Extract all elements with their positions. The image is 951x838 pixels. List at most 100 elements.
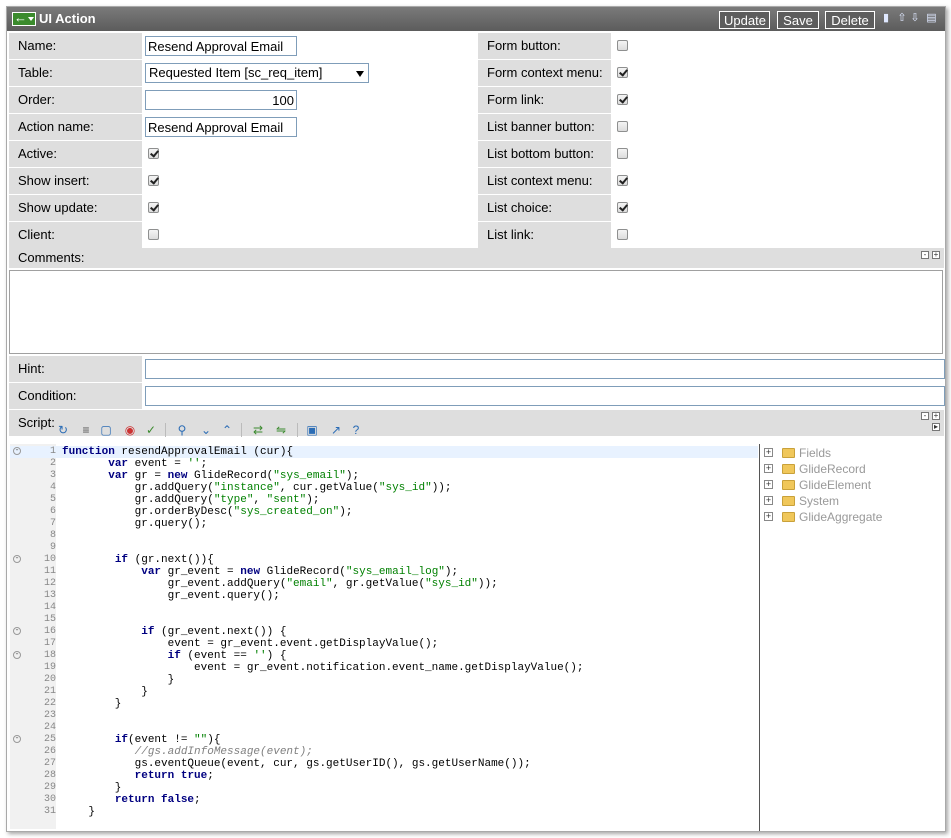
fold-toggle-icon[interactable]: - — [13, 735, 21, 743]
list-link-checkbox[interactable] — [617, 229, 628, 240]
code-line[interactable]: 7 gr.query(); — [10, 518, 758, 530]
code-line[interactable]: - 16 if (gr_event.next()) { — [10, 626, 758, 638]
code-line[interactable]: 24 — [10, 722, 758, 734]
code-line[interactable]: 3 var gr = new GlideRecord("sys_email"); — [10, 470, 758, 482]
form-context-menu-checkbox[interactable] — [617, 67, 628, 78]
fold-toggle-icon[interactable]: - — [13, 555, 21, 563]
expand-node-icon[interactable]: + — [764, 464, 773, 473]
show-update-checkbox[interactable] — [148, 202, 159, 213]
expand-node-icon[interactable]: + — [764, 512, 773, 521]
collapse-icon[interactable]: - — [921, 412, 929, 420]
save-icon[interactable]: ▣ — [305, 423, 319, 437]
code-line[interactable]: 31 } — [10, 806, 758, 818]
code-line[interactable]: 17 event = gr_event.event.getDisplayValu… — [10, 638, 758, 650]
code-line[interactable]: 23 — [10, 710, 758, 722]
list-view-icon[interactable]: ▤ — [925, 12, 938, 25]
client-checkbox[interactable] — [148, 229, 159, 240]
code-line[interactable]: 15 — [10, 614, 758, 626]
help-icon[interactable]: ? — [349, 423, 363, 437]
expand-node-icon[interactable]: + — [764, 480, 773, 489]
toggle-syntax-icon[interactable]: ↻ — [56, 423, 70, 437]
code-line[interactable]: 19 event = gr_event.notification.event_n… — [10, 662, 758, 674]
code-line[interactable]: 21 } — [10, 686, 758, 698]
update-button[interactable]: Update — [719, 11, 770, 29]
comment-icon[interactable]: ▢ — [99, 423, 113, 437]
code-line[interactable]: 11 var gr_event = new GlideRecord("sys_e… — [10, 566, 758, 578]
line-number: 7 — [49, 518, 56, 529]
expand-node-icon[interactable]: + — [764, 496, 773, 505]
fold-toggle-icon[interactable]: - — [13, 447, 21, 455]
comments-textarea[interactable] — [9, 270, 943, 354]
list-banner-button-checkbox[interactable] — [617, 121, 628, 132]
expand-node-icon[interactable]: + — [764, 448, 773, 457]
replace-all-icon[interactable]: ⇋ — [274, 423, 288, 437]
code-line[interactable]: 27 gs.eventQueue(event, cur, gs.getUserI… — [10, 758, 758, 770]
expand-icon[interactable]: + — [932, 412, 940, 420]
code-line[interactable]: 12 gr_event.addQuery("email", gr.getValu… — [10, 578, 758, 590]
replace-icon[interactable]: ⇄ — [251, 423, 265, 437]
previous-record-icon[interactable]: ⇧ — [897, 12, 907, 25]
form-header: ← UI Action Update Save Delete ▮ ⇧ ⇩ ▤ — [7, 7, 945, 31]
list-bottom-button-checkbox[interactable] — [617, 148, 628, 159]
code-line[interactable]: 8 — [10, 530, 758, 542]
fold-toggle-icon[interactable]: - — [13, 651, 21, 659]
name-field[interactable] — [145, 36, 297, 56]
code-line[interactable]: 2 var event = ''; — [10, 458, 758, 470]
list-choice-checkbox[interactable] — [617, 202, 628, 213]
show-insert-checkbox[interactable] — [148, 175, 159, 186]
action-name-field[interactable] — [145, 117, 297, 137]
format-code-icon[interactable]: ≡ — [79, 423, 93, 437]
script-editor[interactable]: -1 function resendApprovalEmail (cur){2 v… — [10, 444, 758, 829]
code-line[interactable]: 9 — [10, 542, 758, 554]
toggle-tree-icon[interactable]: ▸ — [932, 423, 940, 431]
code-line[interactable]: 4 gr.addQuery("instance", cur.getValue("… — [10, 482, 758, 494]
code-line[interactable]: 14 — [10, 602, 758, 614]
code-line[interactable]: 5 gr.addQuery("type", "sent"); — [10, 494, 758, 506]
code-line[interactable]: - 1 function resendApprovalEmail (cur){ — [10, 446, 758, 458]
list-context-menu-checkbox[interactable] — [617, 175, 628, 186]
fold-toggle-icon[interactable]: - — [13, 627, 21, 635]
code-line[interactable]: 30 return false; — [10, 794, 758, 806]
debug-icon[interactable]: ✓ — [144, 423, 158, 437]
condition-field[interactable] — [145, 386, 945, 406]
search-icon[interactable]: ⚲ — [175, 423, 189, 437]
code-line[interactable]: 28 return true; — [10, 770, 758, 782]
back-button[interactable]: ← — [12, 10, 36, 26]
attachment-icon[interactable]: ▮ — [881, 12, 891, 25]
line-number: 4 — [49, 482, 56, 493]
list-context-menu-label: List context menu: — [478, 168, 611, 194]
chevron-up-icon[interactable]: ⌃ — [220, 423, 234, 437]
form-link-checkbox[interactable] — [617, 94, 628, 105]
code-line[interactable]: 13 gr_event.query(); — [10, 590, 758, 602]
code-line[interactable]: 20 } — [10, 674, 758, 686]
code-text: } — [62, 674, 175, 686]
form-title: UI Action — [39, 11, 96, 26]
next-record-icon[interactable]: ⇩ — [910, 12, 920, 25]
code-line[interactable]: 6 gr.orderByDesc("sys_created_on"); — [10, 506, 758, 518]
name-label: Name: — [9, 33, 142, 59]
collapse-icon[interactable]: - — [921, 251, 929, 259]
code-line[interactable]: - 18 if (event == '') { — [10, 650, 758, 662]
form-button-checkbox[interactable] — [617, 40, 628, 51]
fullscreen-icon[interactable]: ↗ — [329, 423, 343, 437]
save-button[interactable]: Save — [777, 11, 819, 29]
delete-button[interactable]: Delete — [825, 11, 875, 29]
code-line[interactable]: - 25 if(event != ""){ — [10, 734, 758, 746]
code-line[interactable]: - 10 if (gr.next()){ — [10, 554, 758, 566]
list-choice-label: List choice: — [478, 195, 611, 221]
expand-icon[interactable]: + — [932, 251, 940, 259]
line-number: 25 — [43, 734, 56, 745]
code-line[interactable]: 26 //gs.addInfoMessage(event); — [10, 746, 758, 758]
check-syntax-icon[interactable]: ◉ — [123, 423, 137, 437]
hint-field[interactable] — [145, 359, 945, 379]
code-line[interactable]: 29 } — [10, 782, 758, 794]
table-select[interactable]: Requested Item [sc_req_item] — [145, 63, 369, 83]
line-number: 6 — [49, 506, 56, 517]
code-line[interactable]: 22 } — [10, 698, 758, 710]
tree-node-label: Fields — [799, 446, 832, 460]
code-text: gr.addQuery("type", "sent"); — [62, 494, 320, 506]
line-number: 15 — [43, 614, 56, 625]
chevron-down-icon[interactable]: ⌄ — [199, 423, 213, 437]
active-checkbox[interactable] — [148, 148, 159, 159]
order-field[interactable] — [145, 90, 297, 110]
